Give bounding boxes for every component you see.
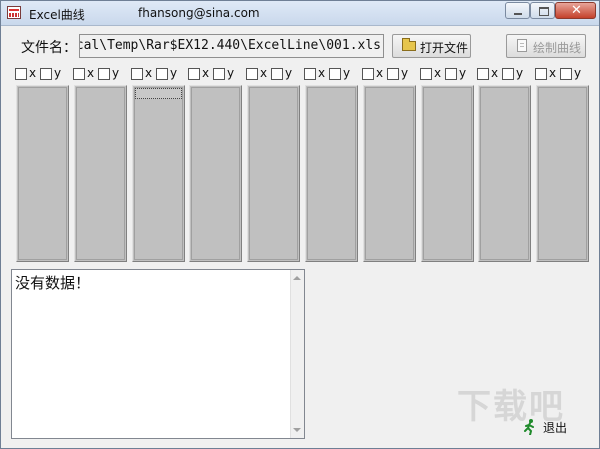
x-checkbox[interactable] xyxy=(362,68,374,80)
watermark-logo: 下载吧 xyxy=(457,387,565,427)
y-checkbox[interactable] xyxy=(329,68,341,80)
y-checkbox-label: y xyxy=(574,66,582,80)
output-textarea[interactable]: 没有数据！ xyxy=(11,269,305,439)
minimize-button[interactable] xyxy=(505,2,530,19)
x-checkbox[interactable] xyxy=(246,68,258,80)
column-list-panel[interactable] xyxy=(363,85,416,262)
file-path-value: i\Local\Temp\Rar$EX12.440\ExcelLine\001.… xyxy=(80,38,381,53)
column-list-inner xyxy=(480,87,529,260)
x-checkbox[interactable] xyxy=(420,68,432,80)
x-checkbox-label: x xyxy=(491,66,499,80)
output-text: 没有数据！ xyxy=(15,274,91,292)
title-bar[interactable]: Excel曲线 fhansong@sina.com ✕ xyxy=(1,1,599,26)
y-checkbox-label: y xyxy=(227,66,235,80)
close-icon: ✕ xyxy=(571,3,582,18)
column-list-inner xyxy=(191,87,240,260)
x-checkbox[interactable] xyxy=(188,68,200,80)
x-checkbox-label: x xyxy=(434,66,442,80)
file-path-field[interactable]: i\Local\Temp\Rar$EX12.440\ExcelLine\001.… xyxy=(79,34,384,58)
y-checkbox[interactable] xyxy=(156,68,168,80)
y-checkbox[interactable] xyxy=(445,68,457,80)
excel-chart-icon xyxy=(7,6,21,19)
y-checkbox[interactable] xyxy=(271,68,283,80)
x-checkbox-label: x xyxy=(318,66,326,80)
y-checkbox-label: y xyxy=(343,66,351,80)
column-list-panel[interactable] xyxy=(536,85,589,262)
y-checkbox-label: y xyxy=(112,66,120,80)
close-button[interactable]: ✕ xyxy=(555,2,596,19)
document-icon xyxy=(517,39,527,52)
draw-curve-button[interactable]: 绘制曲线 xyxy=(506,34,586,58)
y-checkbox[interactable] xyxy=(213,68,225,80)
scroll-down-arrow-icon[interactable] xyxy=(293,428,301,432)
x-checkbox-label: x xyxy=(87,66,95,80)
column-list-inner xyxy=(134,87,183,260)
x-checkbox[interactable] xyxy=(535,68,547,80)
y-checkbox-label: y xyxy=(401,66,409,80)
minimize-icon xyxy=(514,13,522,15)
x-checkbox[interactable] xyxy=(131,68,143,80)
scroll-up-arrow-icon[interactable] xyxy=(293,276,301,280)
y-checkbox[interactable] xyxy=(40,68,52,80)
y-checkbox-label: y xyxy=(170,66,178,80)
y-checkbox-label: y xyxy=(285,66,293,80)
draw-curve-label: 绘制曲线 xyxy=(533,41,582,55)
focused-list-item[interactable] xyxy=(135,88,182,99)
column-list-panel[interactable] xyxy=(74,85,127,262)
column-list-inner xyxy=(18,87,67,260)
column-list-panel[interactable] xyxy=(421,85,474,262)
y-checkbox[interactable] xyxy=(387,68,399,80)
app-window: Excel曲线 fhansong@sina.com ✕ 文件名： i\Local… xyxy=(0,0,600,449)
open-file-button[interactable]: 打开文件 xyxy=(392,34,471,58)
maximize-icon xyxy=(539,7,549,16)
column-list-inner xyxy=(249,87,298,260)
x-checkbox[interactable] xyxy=(477,68,489,80)
file-name-label: 文件名： xyxy=(21,40,77,56)
open-file-label: 打开文件 xyxy=(420,41,469,55)
column-list-panel[interactable] xyxy=(247,85,300,262)
column-list-inner xyxy=(423,87,472,260)
y-checkbox[interactable] xyxy=(502,68,514,80)
x-checkbox-label: x xyxy=(29,66,37,80)
column-list-panel[interactable] xyxy=(189,85,242,262)
y-checkbox-label: y xyxy=(54,66,62,80)
x-checkbox-label: x xyxy=(202,66,210,80)
x-checkbox-label: x xyxy=(376,66,384,80)
column-list-panel[interactable] xyxy=(478,85,531,262)
maximize-button[interactable] xyxy=(530,2,555,19)
vertical-scrollbar[interactable] xyxy=(290,270,304,438)
x-checkbox-label: x xyxy=(260,66,268,80)
column-list-panel[interactable] xyxy=(132,85,185,262)
x-checkbox[interactable] xyxy=(15,68,27,80)
x-checkbox[interactable] xyxy=(73,68,85,80)
y-checkbox-label: y xyxy=(516,66,524,80)
column-list-inner xyxy=(76,87,125,260)
column-list-inner xyxy=(307,87,356,260)
column-list-panel[interactable] xyxy=(305,85,358,262)
column-list-inner xyxy=(365,87,414,260)
y-checkbox[interactable] xyxy=(98,68,110,80)
x-checkbox-label: x xyxy=(549,66,557,80)
x-checkbox-label: x xyxy=(145,66,153,80)
y-checkbox-label: y xyxy=(459,66,467,80)
y-checkbox[interactable] xyxy=(560,68,572,80)
x-checkbox[interactable] xyxy=(304,68,316,80)
author-email: fhansong@sina.com xyxy=(138,6,260,20)
column-list-inner xyxy=(538,87,587,260)
folder-icon xyxy=(402,38,416,51)
window-title: Excel曲线 xyxy=(29,8,85,22)
column-list-panel[interactable] xyxy=(16,85,69,262)
